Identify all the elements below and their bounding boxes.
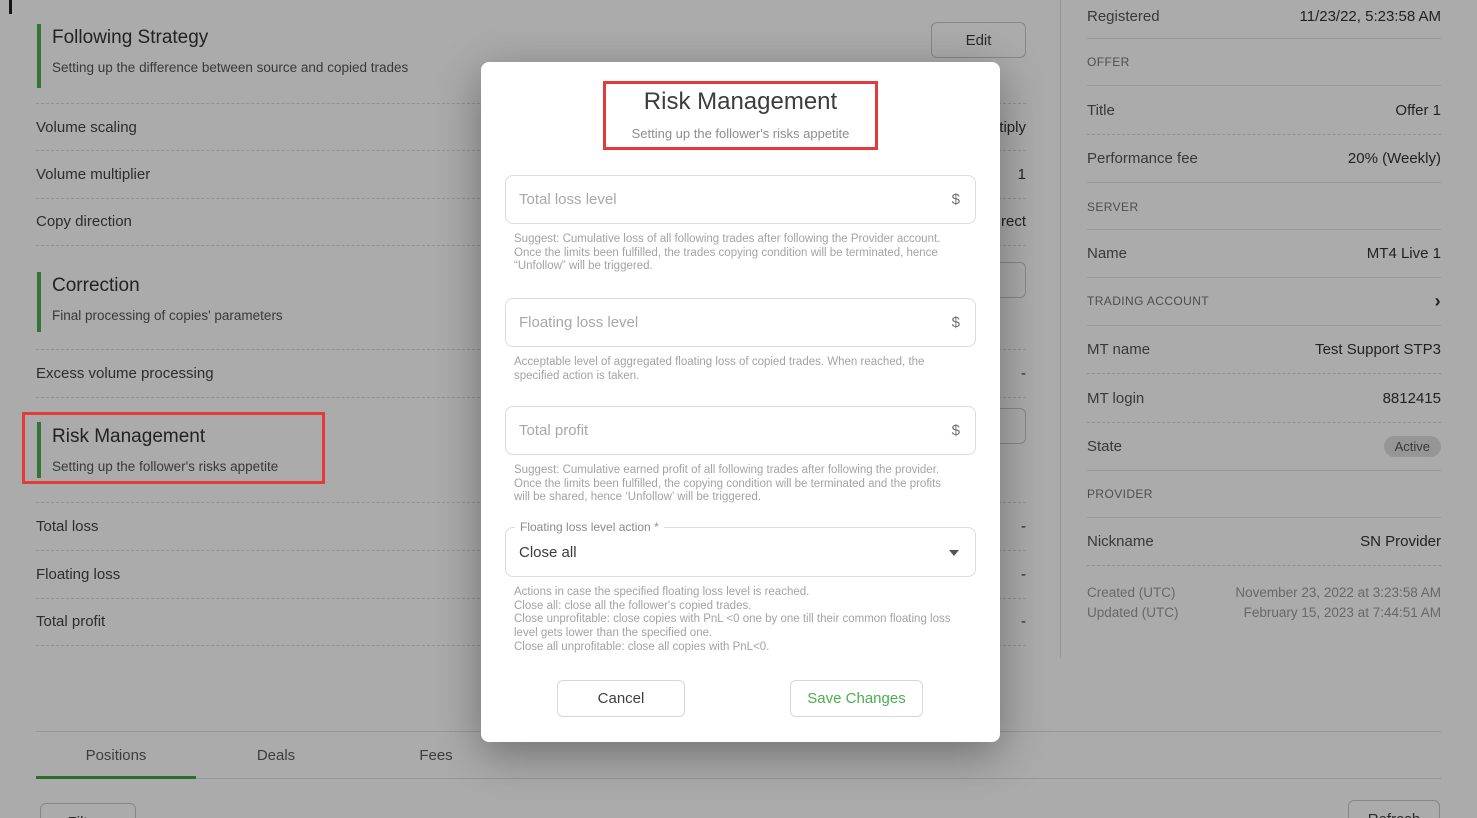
floating-loss-action-select[interactable]: Floating loss level action * Close all (505, 527, 976, 577)
annotation-box-risk-management-section (22, 412, 325, 484)
cancel-button[interactable]: Cancel (557, 680, 685, 717)
dropdown-caret-icon (949, 550, 959, 556)
help-line: Close all unprofitable: close all copies… (514, 641, 954, 655)
total-profit-help-text: Suggest: Cumulative earned profit of all… (514, 464, 946, 505)
total-loss-help-text: Suggest: Cumulative loss of all followin… (514, 233, 946, 274)
currency-suffix: $ (952, 191, 975, 208)
help-line: Actions in case the specified floating l… (514, 586, 954, 600)
save-changes-button[interactable]: Save Changes (790, 680, 923, 717)
total-profit-field: $ (505, 406, 976, 455)
total-profit-input[interactable] (506, 422, 952, 439)
currency-suffix: $ (952, 422, 975, 439)
floating-loss-level-input[interactable] (506, 314, 952, 331)
floating-loss-help-text: Acceptable level of aggregated floating … (514, 356, 946, 383)
select-value: Close all (519, 544, 577, 561)
currency-suffix: $ (952, 314, 975, 331)
copy-trading-settings-page: Following Strategy Setting up the differ… (0, 0, 1477, 818)
help-line: Close unprofitable: close copies with Pn… (514, 613, 954, 640)
action-help-text: Actions in case the specified floating l… (514, 586, 954, 655)
select-label: Floating loss level action * (515, 520, 664, 534)
total-loss-level-input[interactable] (506, 191, 952, 208)
risk-management-dialog: Risk Management Setting up the follower'… (481, 62, 1000, 742)
annotation-box-dialog-title (603, 81, 878, 150)
floating-loss-level-field: $ (505, 298, 976, 347)
total-loss-level-field: $ (505, 175, 976, 224)
help-line: Close all: close all the follower's copi… (514, 600, 954, 614)
